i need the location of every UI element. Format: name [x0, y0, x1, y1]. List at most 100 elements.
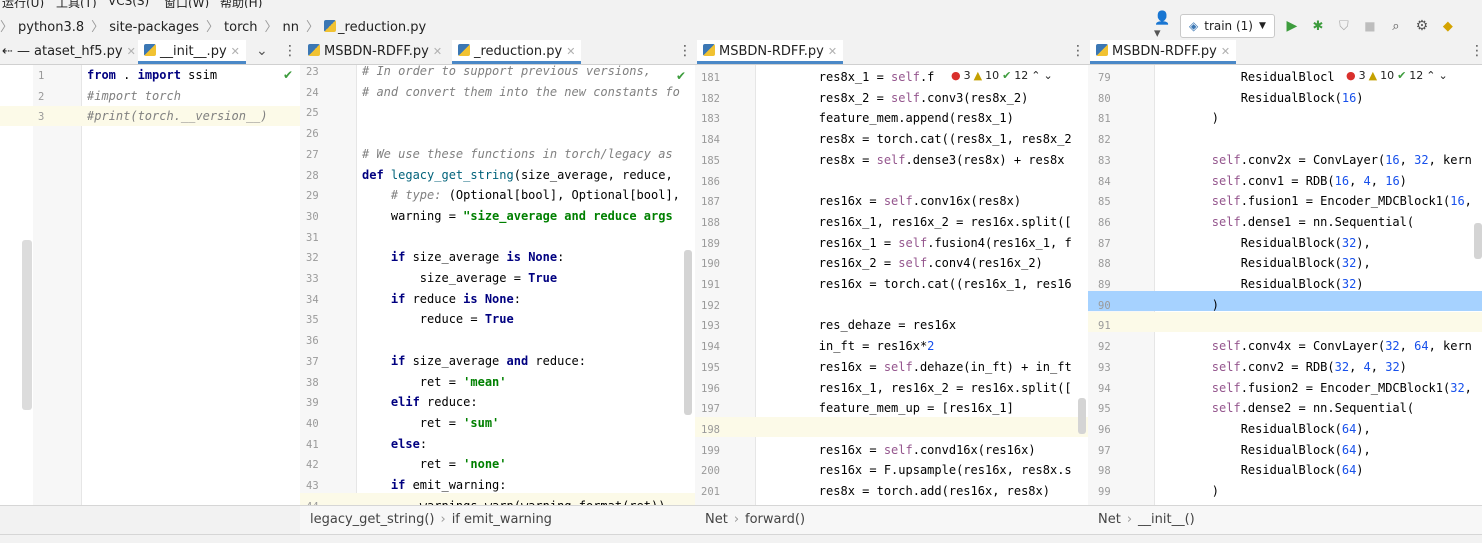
inspection-widget[interactable]: ● 3 ▲ 10 ✔ 12 ⌃ ⌄	[1346, 69, 1448, 82]
search-icon[interactable]: ⌕	[1387, 17, 1405, 35]
code-line[interactable]: elif reduce:	[362, 395, 478, 409]
footer-class[interactable]: Net	[705, 512, 728, 527]
scrollbar[interactable]	[22, 240, 32, 410]
footer-function[interactable]: legacy_get_string()	[310, 512, 434, 527]
scrollbar[interactable]	[1078, 398, 1086, 434]
code-line[interactable]: self.dense2 = nn.Sequential(	[1154, 401, 1414, 415]
code-line[interactable]: self.fusion1 = Encoder_MDCBlock1(16,	[1154, 194, 1472, 208]
code-line[interactable]: ResidualBlock(32)	[1154, 277, 1364, 291]
code-line[interactable]: res_dehaze = res16x	[761, 318, 956, 332]
code-line[interactable]: res16x = self.convd16x(res16x)	[761, 443, 1036, 457]
code-line[interactable]: #import torch	[87, 89, 181, 103]
run-icon[interactable]: ▶	[1283, 17, 1301, 35]
code-line[interactable]: res8x = torch.add(res16x, res8x)	[761, 484, 1050, 498]
close-icon[interactable]: ✕	[127, 45, 136, 58]
code-line[interactable]: ResidualBlock(32),	[1154, 256, 1371, 270]
code-line[interactable]: size_average = True	[362, 271, 557, 285]
python-plugin-icon[interactable]: ◆	[1439, 17, 1457, 35]
close-icon[interactable]: ✕	[433, 45, 442, 58]
more-icon[interactable]: ⋮	[1071, 43, 1085, 59]
close-icon[interactable]: ✕	[828, 45, 837, 58]
breadcrumb-torch[interactable]: torch	[224, 20, 258, 35]
code-line[interactable]: ret = 'sum'	[362, 416, 499, 430]
code-line[interactable]: self.conv4x = ConvLayer(32, 64, kern	[1154, 339, 1472, 353]
tab-dataset-hf5[interactable]: ataset_hf5.py ✕	[28, 40, 142, 64]
more-icon[interactable]: ⋮	[1470, 43, 1482, 59]
code-line[interactable]: res16x_2 = self.conv4(res16x_2)	[761, 256, 1043, 270]
stop-icon[interactable]: ■	[1361, 17, 1379, 35]
code-line[interactable]: res16x = self.dehaze(in_ft) + in_ft	[761, 360, 1072, 374]
breadcrumb-python[interactable]: python3.8	[18, 20, 84, 35]
code-line[interactable]: feature_mem.append(res8x_1)	[761, 111, 1014, 125]
tab-msbdn[interactable]: MSBDN-RDFF.py ✕	[1090, 40, 1237, 64]
code-line[interactable]: else:	[362, 437, 427, 451]
code-line[interactable]: # and convert them into the new constant…	[362, 85, 680, 99]
code-line[interactable]: if size_average is None:	[362, 250, 564, 264]
inspection-widget[interactable]: ● 3 ▲ 10 ✔ 12 ⌃ ⌄	[951, 69, 1053, 82]
footer-method[interactable]: __init__()	[1138, 512, 1195, 527]
tab-msbdn[interactable]: MSBDN-RDFF.py ✕	[697, 40, 844, 64]
code-line[interactable]: )	[1154, 484, 1219, 498]
breadcrumb-file[interactable]: _reduction.py	[338, 20, 426, 35]
code-line[interactable]: from . import ssim	[87, 68, 217, 82]
chevron-up-icon[interactable]: ⌃	[1031, 69, 1040, 82]
code-line[interactable]: def legacy_get_string(size_average, redu…	[362, 168, 673, 182]
more-icon[interactable]: ⋮	[283, 43, 297, 59]
code-line[interactable]: res16x_1 = self.fusion4(res16x_1, f	[761, 236, 1072, 250]
tab-reduction[interactable]: _reduction.py ✕	[452, 40, 582, 64]
footer-method[interactable]: forward()	[745, 512, 805, 527]
code-line[interactable]: ResidualBlock(64),	[1154, 422, 1371, 436]
code-line[interactable]: res8x = torch.cat((res8x_1, res8x_2	[761, 132, 1072, 146]
menu-tools[interactable]: 工具(T)	[56, 0, 97, 8]
code-line[interactable]: # type: (Optional[bool], Optional[bool],	[362, 188, 680, 202]
more-icon[interactable]: ⋮	[678, 43, 692, 59]
menu-vcs[interactable]: VCS(S)	[108, 0, 149, 8]
code-line[interactable]: reduce = True	[362, 312, 514, 326]
code-line[interactable]: ResidualBlock(16)	[1154, 91, 1364, 105]
menu-run[interactable]: 运行(U)	[2, 0, 44, 8]
code-line[interactable]: if size_average and reduce:	[362, 354, 586, 368]
chevron-up-icon[interactable]: ⌃	[1426, 69, 1435, 82]
code-line[interactable]: )	[1154, 111, 1219, 125]
code-line[interactable]: res8x_2 = self.conv3(res8x_2)	[761, 91, 1029, 105]
code-line[interactable]: self.conv1 = RDB(16, 4, 16)	[1154, 174, 1407, 188]
chevron-down-icon[interactable]: ⌄	[256, 43, 268, 59]
close-icon[interactable]: ✕	[1221, 45, 1230, 58]
code-line[interactable]: ResidualBlock(32),	[1154, 236, 1371, 250]
code-line[interactable]: feature_mem_up = [res16x_1]	[761, 401, 1014, 415]
code-line[interactable]: warning = "size_average and reduce args	[362, 209, 680, 223]
user-icon[interactable]: 👤▾	[1154, 11, 1172, 41]
code-line[interactable]: res8x_1 = self.f	[761, 70, 935, 84]
code-line[interactable]: self.conv2 = RDB(32, 4, 32)	[1154, 360, 1407, 374]
code-line[interactable]: ResidualBlock(64),	[1154, 443, 1371, 457]
scrollbar[interactable]	[1474, 223, 1482, 259]
code-line[interactable]: self.fusion2 = Encoder_MDCBlock1(32,	[1154, 381, 1472, 395]
debug-icon[interactable]: ✱	[1309, 17, 1327, 35]
code-line[interactable]: self.conv2x = ConvLayer(16, 32, kern	[1154, 153, 1472, 167]
code-line[interactable]: res16x_1, res16x_2 = res16x.split([	[761, 215, 1072, 229]
code-line[interactable]: # We use these functions in torch/legacy…	[362, 147, 680, 161]
breadcrumb-site-packages[interactable]: site-packages	[109, 20, 199, 35]
code-line[interactable]: res16x = F.upsample(res16x, res8x.s	[761, 463, 1072, 477]
tab-init[interactable]: __init__.py ✕	[138, 40, 246, 64]
menu-window[interactable]: 窗口(W)	[164, 0, 209, 8]
menu-help[interactable]: 帮助(H)	[220, 0, 262, 8]
code-line[interactable]: ret = 'mean'	[362, 375, 507, 389]
code-line[interactable]: )	[1154, 298, 1219, 312]
code-line[interactable]: if emit_warning:	[362, 478, 507, 492]
code-line[interactable]: res8x = self.dense3(res8x) + res8x	[761, 153, 1065, 167]
scrollbar[interactable]	[684, 250, 692, 415]
coverage-icon[interactable]: ⛉	[1335, 17, 1353, 35]
gear-icon[interactable]: ⚙	[1413, 17, 1431, 35]
code-line[interactable]: res16x = torch.cat((res16x_1, res16	[761, 277, 1072, 291]
code-line[interactable]: #print(torch.__version__)	[87, 109, 268, 123]
code-line[interactable]: res16x_1, res16x_2 = res16x.split([	[761, 381, 1072, 395]
chevron-down-icon[interactable]: ⌄	[1044, 69, 1053, 82]
close-icon[interactable]: ✕	[231, 45, 240, 58]
code-line[interactable]: # In order to support previous versions,	[362, 64, 658, 78]
code-line[interactable]: in_ft = res16x*2	[761, 339, 935, 353]
footer-class[interactable]: Net	[1098, 512, 1121, 527]
breadcrumb-nn[interactable]: nn	[283, 20, 299, 35]
tab-msbdn[interactable]: MSBDN-RDFF.py ✕	[302, 40, 448, 64]
code-line[interactable]: ResidualBlock(64)	[1154, 463, 1364, 477]
